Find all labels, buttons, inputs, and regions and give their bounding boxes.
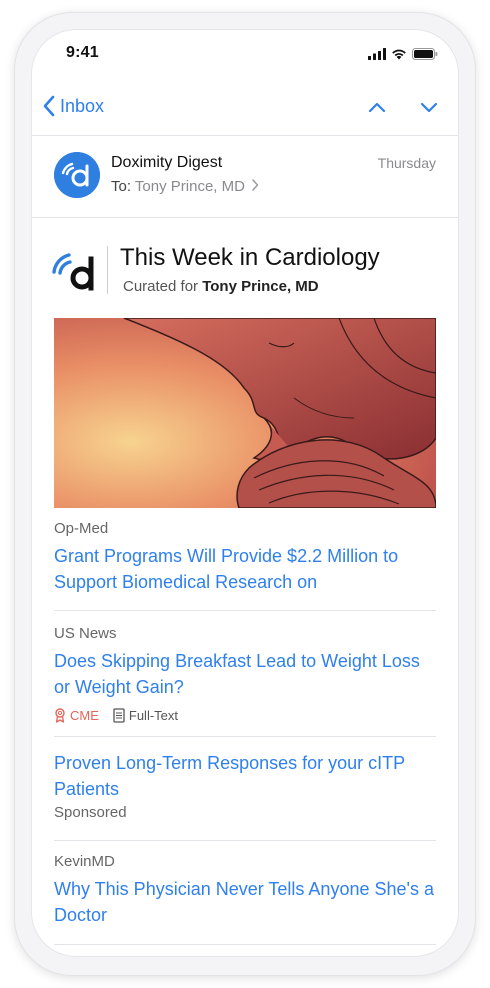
article-title-link[interactable]: Does Skipping Breakfast Lead to Weight L… <box>54 648 436 700</box>
doximity-logo-icon <box>52 253 94 291</box>
message-navigation <box>366 96 440 118</box>
digest-header: This Week in Cardiology Curated for Tony… <box>52 242 438 302</box>
article-tags: CME Full-Text <box>54 708 436 723</box>
curated-prefix: Curated for <box>123 278 199 295</box>
wifi-icon <box>392 49 406 60</box>
back-to-inbox-button[interactable]: Inbox <box>42 94 104 118</box>
full-text-tag-label: Full-Text <box>128 708 179 723</box>
to-label: To: <box>111 178 132 195</box>
recipient-line[interactable]: To: Tony Prince, MD <box>111 178 259 195</box>
cellular-signal-icon <box>368 48 386 60</box>
email-sender-header: Doximity Digest To: Tony Prince, MD Thur… <box>32 136 458 218</box>
article-title-link[interactable]: Proven Long-Term Responses for your cITP… <box>54 750 436 802</box>
previous-message-button[interactable] <box>366 96 388 118</box>
article-divider <box>54 610 436 611</box>
article-title-link[interactable]: Grant Programs Will Provide $2.2 Million… <box>54 543 436 595</box>
status-icons <box>368 48 438 60</box>
chevron-right-icon <box>252 179 259 191</box>
chevron-left-icon <box>43 95 55 117</box>
status-bar: 9:41 <box>32 30 458 82</box>
award-ribbon-icon <box>55 708 65 723</box>
digest-curated-line: Curated for Tony Prince, MD <box>123 278 319 295</box>
curated-name: Tony Prince, MD <box>202 278 319 295</box>
doximity-avatar-icon <box>54 152 100 198</box>
nav-bar: Inbox <box>32 82 458 136</box>
sponsored-article-item: Proven Long-Term Responses for your cITP… <box>54 750 436 821</box>
article-item: KevinMD Why This Physician Never Tells A… <box>54 853 436 928</box>
article-title-link[interactable]: Why This Physician Never Tells Anyone Sh… <box>54 876 436 928</box>
logo-divider <box>107 246 108 294</box>
full-text-tag[interactable]: Full-Text <box>113 708 178 723</box>
article-source: KevinMD <box>54 853 115 870</box>
status-time: 9:41 <box>66 44 99 61</box>
digest-title: This Week in Cardiology <box>120 244 380 271</box>
email-date: Thursday <box>377 155 436 171</box>
article-divider <box>54 840 436 841</box>
sender-name: Doximity Digest <box>111 154 223 171</box>
article-divider <box>54 944 436 945</box>
article-item: US News Does Skipping Breakfast Lead to … <box>54 625 436 723</box>
cme-tag[interactable]: CME <box>54 708 99 723</box>
sponsored-label: Sponsored <box>54 804 127 821</box>
article-source: US News <box>54 625 117 642</box>
email-screen: 9:41 Inbox Doximity Digest To: Tony Prin… <box>32 30 458 956</box>
recipient-name: Tony Prince, MD <box>134 178 245 195</box>
battery-icon <box>412 48 438 60</box>
article-source: Op-Med <box>54 520 109 537</box>
cardiology-hero-illustration[interactable] <box>54 318 436 508</box>
document-icon <box>113 708 125 723</box>
back-label: Inbox <box>60 95 105 116</box>
next-message-button[interactable] <box>418 96 440 118</box>
article-divider <box>54 736 436 737</box>
article-item: Op-Med Grant Programs Will Provide $2.2 … <box>54 520 436 595</box>
cme-tag-label: CME <box>70 708 99 723</box>
